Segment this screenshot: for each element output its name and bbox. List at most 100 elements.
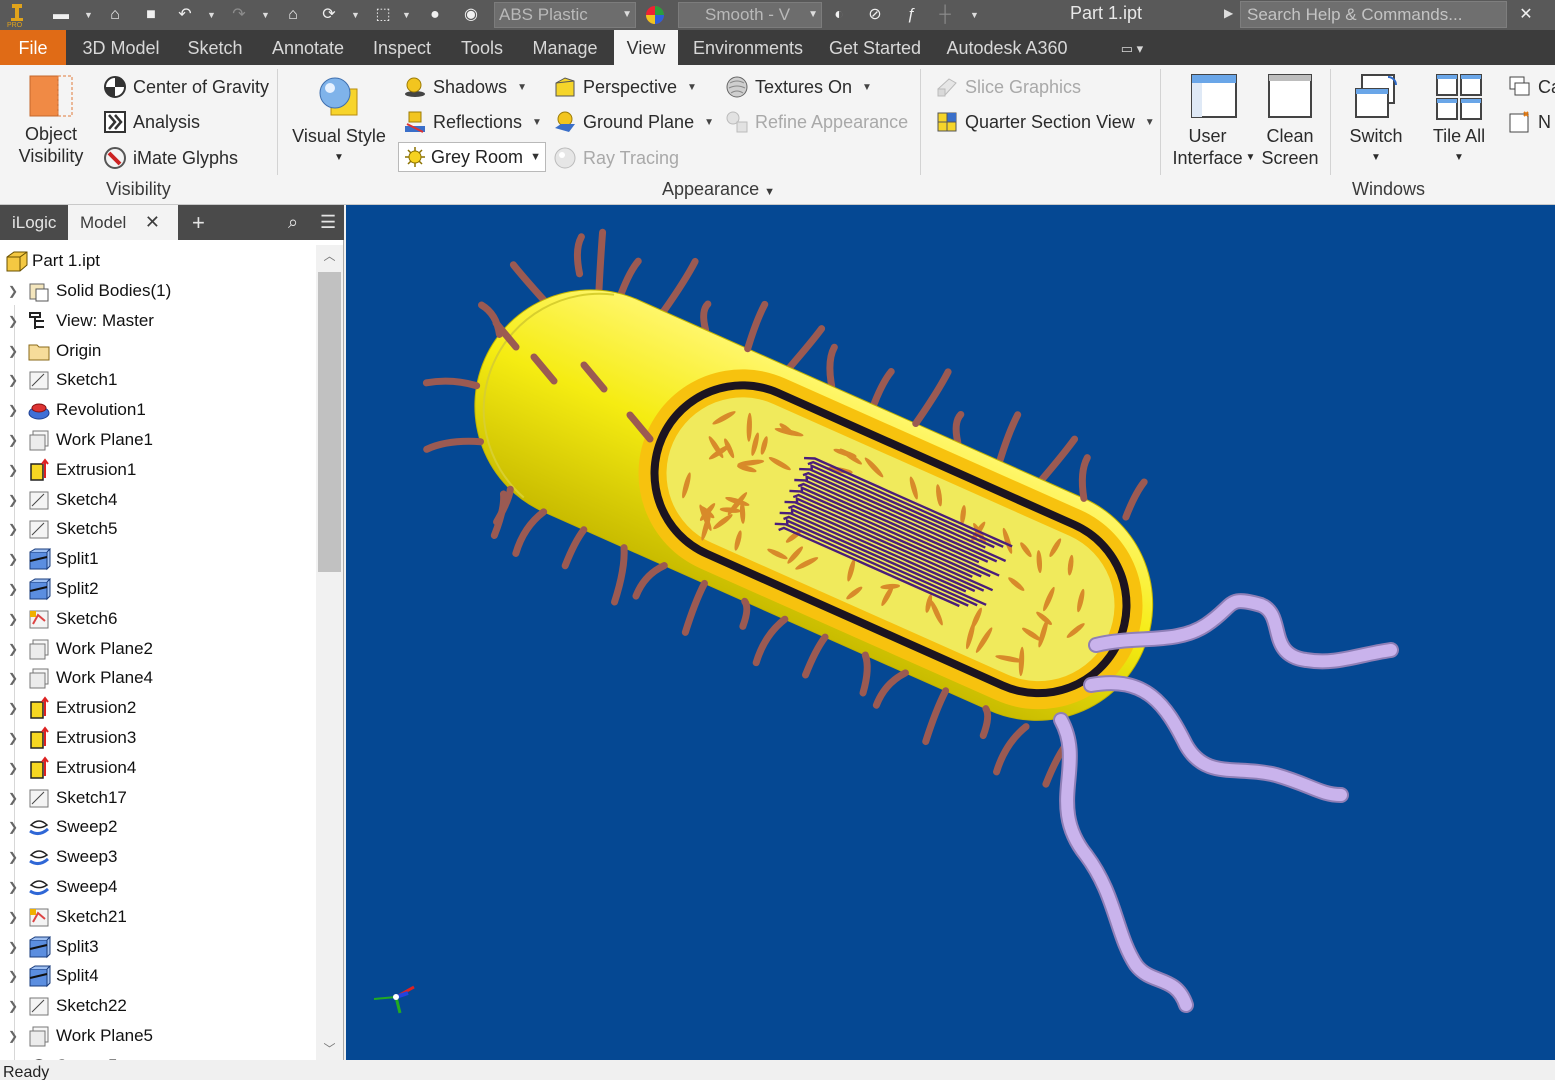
expand-chevron-icon[interactable]: ❯: [8, 582, 18, 596]
scroll-down-icon[interactable]: ﹀: [316, 1038, 343, 1060]
tab-environments[interactable]: Environments: [686, 30, 810, 65]
expand-chevron-icon[interactable]: ❯: [8, 880, 18, 894]
cascade-button[interactable]: Ca: [1508, 75, 1555, 99]
expand-chevron-icon[interactable]: ❯: [8, 761, 18, 775]
new-window-button[interactable]: N: [1508, 110, 1551, 134]
tree-item[interactable]: ❯ Sweep4: [0, 872, 316, 902]
tree-item[interactable]: ❯ Work Plane2: [0, 634, 316, 664]
tab-get-started[interactable]: Get Started: [822, 30, 928, 65]
expand-chevron-icon[interactable]: ❯: [8, 373, 18, 387]
update-icon[interactable]: ⟳: [318, 4, 340, 26]
adjust-icon[interactable]: ●: [424, 4, 446, 26]
tree-item[interactable]: ❯ Extrusion1: [0, 455, 316, 485]
tree-item[interactable]: ❯ Sketch6: [0, 604, 316, 634]
expand-chevron-icon[interactable]: ❯: [8, 671, 18, 685]
update-dropdown-icon[interactable]: ▼: [351, 5, 360, 25]
tree-item[interactable]: ❯Sweep5: [0, 1051, 316, 1060]
redo-dropdown-icon[interactable]: ▼: [261, 5, 270, 25]
appearance-group-label[interactable]: Appearance ▼: [662, 179, 775, 200]
undo-dropdown-icon[interactable]: ▼: [207, 5, 216, 25]
new-dropdown-icon[interactable]: ▼: [84, 5, 93, 25]
expand-chevron-icon[interactable]: ❯: [8, 314, 18, 328]
close-icon[interactable]: ✕: [145, 205, 160, 240]
tree-item[interactable]: ❯ Extrusion2: [0, 693, 316, 723]
expand-chevron-icon[interactable]: ❯: [8, 791, 18, 805]
expand-chevron-icon[interactable]: ❯: [8, 463, 18, 477]
adjust-appearance-icon[interactable]: ◐: [828, 4, 850, 26]
tree-item[interactable]: ❯ Extrusion4: [0, 753, 316, 783]
search-icon[interactable]: ⌕: [276, 205, 310, 240]
clear-appearance-icon[interactable]: ⊘: [864, 4, 886, 26]
select-dropdown-icon[interactable]: ▼: [402, 5, 411, 25]
tab-inspect[interactable]: Inspect: [364, 30, 440, 65]
tree-root[interactable]: Part 1.ipt: [0, 246, 316, 276]
customize-qat-icon[interactable]: ▼: [970, 5, 979, 25]
quarter-section-view-button[interactable]: Quarter Section View ▼: [935, 110, 1155, 134]
menu-icon[interactable]: ☰: [308, 205, 348, 240]
expand-chevron-icon[interactable]: ❯: [8, 284, 18, 298]
tile-all-button[interactable]: Tile All ▼: [1424, 73, 1494, 169]
appearance-color-icon[interactable]: [644, 4, 666, 26]
expand-chevron-icon[interactable]: ❯: [8, 612, 18, 626]
undo-icon[interactable]: ↶: [174, 4, 196, 26]
ribbon-options-icon[interactable]: ▭ ▾: [1108, 30, 1156, 65]
parameters-fx-icon[interactable]: ƒ: [900, 4, 922, 26]
tree-item[interactable]: ❯ Split1: [0, 544, 316, 574]
center-of-gravity-button[interactable]: Center of Gravity: [103, 75, 269, 99]
perspective-button[interactable]: Perspective ▼: [553, 75, 697, 99]
tab-ilogic[interactable]: iLogic: [0, 205, 68, 240]
tree-item[interactable]: ❯ Split2: [0, 574, 316, 604]
shadows-button[interactable]: Shadows ▼: [403, 75, 527, 99]
expand-chevron-icon[interactable]: ❯: [8, 493, 18, 507]
tab-model[interactable]: Model ✕: [68, 205, 178, 240]
tab-tools[interactable]: Tools: [450, 30, 514, 65]
tree-item[interactable]: ❯ View: Master: [0, 306, 316, 336]
tree-item[interactable]: ❯ Sketch1: [0, 365, 316, 395]
search-help-input[interactable]: [1240, 1, 1507, 28]
tree-item[interactable]: ❯ Split4: [0, 961, 316, 991]
tree-item[interactable]: ❯ Work Plane5: [0, 1021, 316, 1051]
tab-annotate[interactable]: Annotate: [262, 30, 354, 65]
expand-chevron-icon[interactable]: ❯: [8, 969, 18, 983]
expand-chevron-icon[interactable]: ❯: [8, 642, 18, 656]
analysis-button[interactable]: Analysis: [103, 110, 200, 134]
switch-button[interactable]: Switch ▼: [1342, 73, 1410, 169]
visual-style-button[interactable]: Visual Style ▼: [290, 73, 388, 169]
tree-item[interactable]: ❯ Sweep2: [0, 812, 316, 842]
tab-3d-model[interactable]: 3D Model: [74, 30, 168, 65]
object-visibility-button[interactable]: Object Visibility: [10, 73, 92, 167]
inventor-logo-icon[interactable]: PRO: [4, 2, 30, 28]
view-cube-axis-icon[interactable]: [373, 985, 415, 1014]
expand-chevron-icon[interactable]: ❯: [8, 850, 18, 864]
tree-item[interactable]: ❯ Work Plane1: [0, 425, 316, 455]
material-icon[interactable]: ◉: [460, 4, 482, 26]
reflections-button[interactable]: Reflections ▼: [403, 110, 542, 134]
tab-file[interactable]: File: [0, 30, 66, 65]
expand-chevron-icon[interactable]: ❯: [8, 999, 18, 1013]
expand-chevron-icon[interactable]: ❯: [8, 731, 18, 745]
tree-item[interactable]: ❯ Solid Bodies(1): [0, 276, 316, 306]
open-folder-icon[interactable]: ⌂: [104, 4, 126, 26]
material-combo[interactable]: ABS Plastic ▼: [494, 2, 636, 28]
clean-screen-button[interactable]: Clean Screen: [1258, 73, 1322, 169]
tree-item[interactable]: ❯ Sketch22: [0, 991, 316, 1021]
imate-glyphs-button[interactable]: iMate Glyphs: [103, 146, 238, 170]
tree-item[interactable]: ❯ Extrusion3: [0, 723, 316, 753]
tree-item[interactable]: ❯ Split3: [0, 932, 316, 962]
add-browser-tab-icon[interactable]: +: [180, 205, 217, 240]
new-file-icon[interactable]: ▬: [50, 4, 72, 26]
select-icon[interactable]: ⬚: [372, 4, 394, 26]
tab-view[interactable]: View: [614, 30, 678, 65]
caret-right-icon[interactable]: ▶: [1224, 6, 1233, 20]
scroll-up-icon[interactable]: ︿: [316, 245, 343, 267]
expand-chevron-icon[interactable]: ❯: [8, 701, 18, 715]
tree-item[interactable]: ❯ Work Plane4: [0, 663, 316, 693]
scroll-thumb[interactable]: [318, 272, 341, 572]
tab-sketch[interactable]: Sketch: [178, 30, 252, 65]
expand-chevron-icon[interactable]: ❯: [8, 522, 18, 536]
bacterium-3d-model[interactable]: [346, 205, 1555, 1060]
sign-in-icon[interactable]: ✕: [1515, 4, 1537, 26]
tab-manage[interactable]: Manage: [524, 30, 606, 65]
home-icon[interactable]: ⌂: [282, 4, 304, 26]
expand-chevron-icon[interactable]: ❯: [8, 940, 18, 954]
